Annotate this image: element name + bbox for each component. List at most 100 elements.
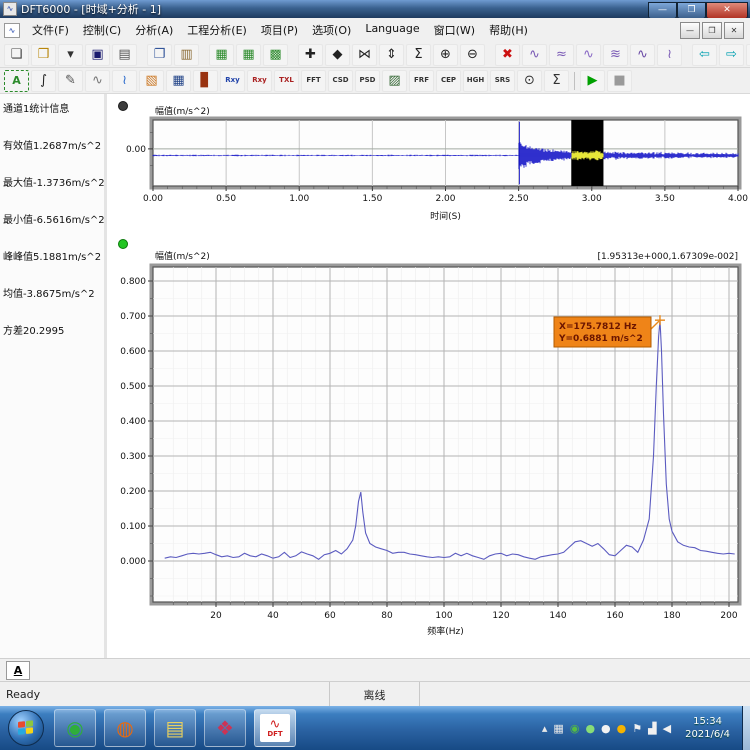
tray-expand-icon[interactable]: ▴	[542, 723, 548, 734]
histogram-icon[interactable]: ▊	[193, 70, 218, 92]
psd-icon[interactable]: PSD	[355, 70, 380, 92]
fft-icon[interactable]: FFT	[301, 70, 326, 92]
svg-text:0.500: 0.500	[120, 382, 146, 392]
menu-item-9[interactable]: 帮助(H)	[482, 19, 535, 41]
menu-item-8[interactable]: 窗口(W)	[427, 19, 482, 41]
svg-text:0.100: 0.100	[120, 522, 146, 532]
cep-icon[interactable]: CEP	[436, 70, 461, 92]
toolbar-separator	[574, 72, 575, 90]
copy-icon[interactable]: ❐	[147, 44, 172, 66]
layout-grid3-icon[interactable]: ▩	[263, 44, 288, 66]
layout-grid-icon[interactable]: ▦	[209, 44, 234, 66]
open-dropdown-icon[interactable]: ▾	[58, 44, 83, 66]
minimize-button[interactable]: —	[648, 2, 677, 19]
taskbar-app-color-icon: ❖	[216, 716, 234, 740]
close-button[interactable]: ✕	[706, 2, 748, 19]
wave-tool-2-icon[interactable]: ≈	[549, 44, 574, 66]
octave-icon[interactable]: ⊙	[517, 70, 542, 92]
wave-tool-6-icon[interactable]: ≀	[657, 44, 682, 66]
srs-icon[interactable]: SRS	[490, 70, 515, 92]
spectrum-map-icon[interactable]: ▨	[382, 70, 407, 92]
tray-flag-icon[interactable]: ⚑	[632, 723, 642, 734]
menu-item-6[interactable]: 选项(O)	[305, 19, 358, 41]
taskbar-app-browser[interactable]: ◍	[104, 709, 146, 747]
cursor-pair-icon[interactable]: ⋈	[352, 44, 377, 66]
run-icon[interactable]: ▶	[580, 70, 605, 92]
taskbar-app-color[interactable]: ❖	[204, 709, 246, 747]
sum-icon[interactable]: Σ	[544, 70, 569, 92]
integral-icon[interactable]: ∫	[31, 70, 56, 92]
pan-tool-icon[interactable]: ✚	[298, 44, 323, 66]
print-icon[interactable]: ▤	[112, 44, 137, 66]
multi-chart-icon[interactable]: ▧	[139, 70, 164, 92]
nav-right-icon[interactable]: ⇨	[719, 44, 744, 66]
taskbar-clock[interactable]: 15:34 2021/6/4	[685, 715, 730, 741]
toolbar-analysis: A∫✎∿≀▧▦▊RxyRxyTXLFFTCSDPSD▨FRFCEPHGHSRS⊙…	[0, 68, 750, 94]
zoom-in-icon[interactable]: ⊕	[433, 44, 458, 66]
open-file-icon[interactable]: ❒	[31, 44, 56, 66]
cursor-annotation[interactable]: X=175.7812 HzY=0.6881 m/s^2	[554, 317, 651, 347]
taskbar-app-green-icon: ◉	[66, 716, 83, 740]
channel1-led-green	[119, 240, 128, 249]
stop-icon[interactable]: ■	[607, 70, 632, 92]
txl-icon[interactable]: TXL	[274, 70, 299, 92]
svg-text:40: 40	[267, 611, 279, 621]
rxy-blue-icon[interactable]: Rxy	[220, 70, 245, 92]
svg-text:200: 200	[720, 611, 737, 621]
taskbar-app-dft[interactable]: ∿ DFT	[254, 709, 296, 747]
signal-icon[interactable]: ≀	[112, 70, 137, 92]
tray-volume-icon[interactable]: ◀	[663, 723, 671, 734]
tab-a-button[interactable]: A	[6, 661, 30, 680]
csd-icon[interactable]: CSD	[328, 70, 353, 92]
tray-orange-icon[interactable]: ●	[617, 723, 627, 734]
waveform-icon[interactable]: ∿	[85, 70, 110, 92]
zoom-out-icon[interactable]: ⊖	[460, 44, 485, 66]
menu-item-4[interactable]: 工程分析(E)	[180, 19, 254, 41]
hgh-icon[interactable]: HGH	[463, 70, 488, 92]
menu-item-1[interactable]: 文件(F)	[25, 19, 76, 41]
layout-grid2-icon[interactable]: ▦	[236, 44, 261, 66]
menu-item-5[interactable]: 项目(P)	[254, 19, 305, 41]
menu-item-2[interactable]: 控制(C)	[76, 19, 128, 41]
rxy-red-icon[interactable]: Rxy	[247, 70, 272, 92]
mdi-restore-button[interactable]: ❐	[702, 22, 722, 39]
new-file-icon[interactable]: ❏	[4, 44, 29, 66]
expand-vertical-icon[interactable]: ⇕	[379, 44, 404, 66]
menu-item-7[interactable]: Language	[358, 19, 426, 41]
start-button[interactable]	[8, 710, 44, 746]
delete-trace-icon[interactable]: ✖	[495, 44, 520, 66]
svg-text:0.000: 0.000	[120, 557, 146, 567]
pencil-icon[interactable]: ✎	[58, 70, 83, 92]
statistics-title: 通道1统计信息	[3, 100, 104, 115]
show-desktop-button[interactable]	[742, 706, 750, 750]
taskbar-app-media[interactable]: ▤	[154, 709, 196, 747]
svg-text:1.50: 1.50	[362, 194, 382, 204]
tray-green-icon[interactable]: ●	[585, 723, 595, 734]
select-a-icon[interactable]: A	[4, 70, 29, 92]
cursor-diamond-icon[interactable]: ◆	[325, 44, 350, 66]
mdi-close-button[interactable]: ✕	[724, 22, 744, 39]
nav-down-icon[interactable]: ⇩	[746, 44, 750, 66]
nav-left-icon[interactable]: ⇦	[692, 44, 717, 66]
tray-white-icon[interactable]: ●	[601, 723, 611, 734]
menu-item-3[interactable]: 分析(A)	[128, 19, 180, 41]
time-domain-chart[interactable]: 0.000.501.001.502.002.503.003.504.000.00…	[111, 98, 750, 228]
svg-text:0.700: 0.700	[120, 312, 146, 322]
wave-tool-3-icon[interactable]: ∿	[576, 44, 601, 66]
tray-calendar-icon[interactable]: ▦	[553, 723, 563, 734]
taskbar-app-browser-icon: ◍	[116, 716, 133, 740]
wave-tool-4-icon[interactable]: ≋	[603, 44, 628, 66]
taskbar-app-green[interactable]: ◉	[54, 709, 96, 747]
sigma-cursor-icon[interactable]: Σ	[406, 44, 431, 66]
tray-shield-icon[interactable]: ◉	[570, 723, 580, 734]
save-icon[interactable]: ▣	[85, 44, 110, 66]
spectrum-chart[interactable]: 204060801001201401601802000.8000.7000.60…	[111, 234, 750, 636]
paste-icon[interactable]: ▥	[174, 44, 199, 66]
tray-network-icon[interactable]: ▟	[648, 723, 656, 734]
wave-tool-1-icon[interactable]: ∿	[522, 44, 547, 66]
frf-icon[interactable]: FRF	[409, 70, 434, 92]
wave-tool-5-icon[interactable]: ∿	[630, 44, 655, 66]
table-icon[interactable]: ▦	[166, 70, 191, 92]
maximize-button[interactable]: ❐	[677, 2, 706, 19]
mdi-minimize-button[interactable]: —	[680, 22, 700, 39]
